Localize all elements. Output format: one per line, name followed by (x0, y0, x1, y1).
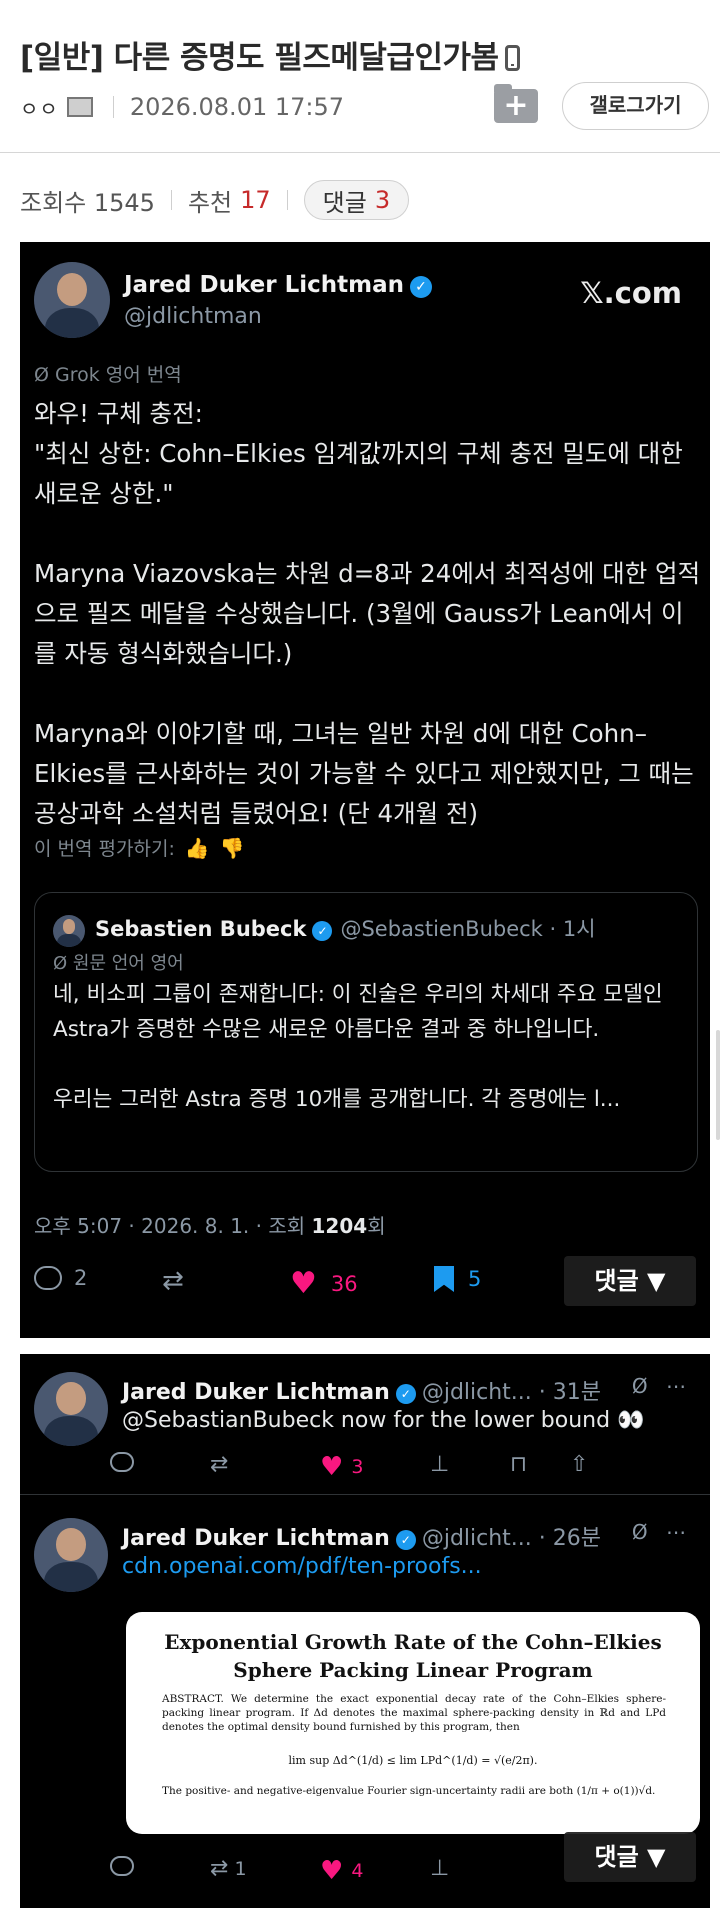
author-name[interactable]: ㅇㅇ (20, 93, 59, 122)
paper-preview-image[interactable]: Exponential Growth Rate of the Cohn–Elki… (126, 1612, 700, 1834)
avatar (53, 915, 85, 947)
tweet-text: 와우! 구체 충전: "최신 상한: Cohn–Elkies 임계값까지의 구체… (34, 399, 701, 828)
more-icon: ⋯ (666, 1520, 692, 1544)
share-button[interactable]: ⇧ (570, 1452, 588, 1477)
retweet-button[interactable]: ⇄ (210, 1452, 228, 1477)
retweet-button[interactable]: ⇄ 1 (210, 1856, 247, 1881)
reply-menu[interactable]: Ø ⋯ (632, 1520, 692, 1544)
grok-translation-note: Ø Grok 영어 번역 (34, 364, 182, 386)
retweet-icon: ⇄ (210, 1452, 229, 1477)
tweet-author-name[interactable]: Jared Duker Lichtman ✓ (124, 272, 432, 298)
paper-abstract-tail: The positive- and negative-eigenvalue Fo… (162, 1785, 656, 1797)
x-logo[interactable]: 𝕏.com (580, 276, 682, 310)
rate-translation: 이 번역 평가하기: 👍 👎 (34, 835, 245, 861)
reply-actions: ⇄ ♥ 3 ⊥ ⊓ ⇧ (110, 1452, 690, 1482)
bookmark-button[interactable]: ⊓ (510, 1452, 527, 1477)
views-button[interactable]: ⊥ (430, 1856, 449, 1881)
heart-icon: ♥ (320, 1856, 344, 1886)
like-button[interactable]: ♥ 3 (320, 1452, 363, 1482)
tweet-timestamp: 오후 5:07 · 2026. 8. 1. · 조회 1204회 (34, 1214, 386, 1238)
avatar[interactable] (34, 1518, 108, 1592)
reply-button[interactable]: 2 (34, 1266, 87, 1290)
like-button[interactable]: ♥ 4 (320, 1856, 363, 1886)
verified-icon: ✓ (312, 921, 333, 941)
tweet-embed: Jared Duker Lichtman ✓ @jdlichtman 𝕏.com … (20, 242, 710, 1338)
folder-add-icon[interactable]: + (494, 84, 538, 123)
quote-author: Sebastien Bubeck ✓ @SebastienBubeck · 1시 (95, 917, 596, 941)
divider (286, 190, 288, 210)
reply-text: @SebastianBubeck now for the lower bound… (122, 1408, 645, 1433)
post-stats: 조회수 1545 추천 17 댓글 3 (20, 180, 410, 220)
original-language-note: Ø 원문 언어 영어 (53, 953, 184, 974)
paper-formula: lim sup Δd^(1/d) ≤ lim LPd^(1/d) = √(e/2… (288, 1754, 538, 1767)
reply-button[interactable] (110, 1452, 134, 1472)
reply-button[interactable] (110, 1856, 134, 1876)
recommend-count: 17 (240, 186, 271, 214)
view-count: 조회수 1545 (20, 188, 155, 217)
analytics-icon: ⊥ (430, 1452, 450, 1477)
scrollbar[interactable] (716, 1030, 720, 1140)
post-meta: ㅇㅇ 2026.08.01 17:57 (20, 90, 344, 124)
header-divider (0, 152, 720, 153)
bookmark-button[interactable]: 5 (434, 1266, 481, 1292)
comment-jump-button[interactable]: 댓글 ▼ (564, 1256, 696, 1306)
reply-divider (20, 1494, 710, 1495)
quote-text: 네, 비소피 그룹이 존재합니다: 이 진술은 우리의 차세대 주요 모델인 A… (53, 982, 663, 1112)
comment-jump-button[interactable]: 댓글 ▼ (564, 1832, 696, 1882)
verified-icon: ✓ (395, 1384, 416, 1404)
fixed-user-icon (66, 97, 93, 117)
heart-icon: ♥ (320, 1452, 344, 1482)
retweet-icon: ⇄ (162, 1266, 184, 1296)
avatar[interactable] (34, 1372, 108, 1446)
comment-count-button[interactable]: 댓글 3 (303, 180, 410, 220)
bookmark-outline-icon: ⊓ (510, 1452, 528, 1477)
quoted-tweet[interactable]: Sebastien Bubeck ✓ @SebastienBubeck · 1시 Ø… (34, 892, 698, 1172)
mobile-icon (504, 45, 520, 71)
recommend-label: 추천 (187, 188, 233, 217)
more-icon: ⋯ (666, 1374, 692, 1398)
grok-icon: Ø (631, 1374, 654, 1398)
like-button[interactable]: ♥ 36 (290, 1266, 358, 1301)
thumbs-up-icon[interactable]: 👍 (185, 836, 210, 860)
retweet-icon: ⇄ (210, 1856, 229, 1881)
gallog-button[interactable]: 갤로그가기 (562, 82, 709, 130)
paper-abstract: ABSTRACT. We determine the exact exponen… (162, 1693, 666, 1733)
post-title: [일반] 다른 증명도 필즈메달급인가봄 (20, 32, 520, 77)
bookmark-icon (434, 1266, 454, 1292)
reply-icon (34, 1266, 62, 1290)
thumbs-down-icon[interactable]: 👎 (220, 836, 245, 860)
replies-embed: Jared Duker Lichtman ✓ @jdlicht... · 31분 Ø… (20, 1354, 710, 1908)
reply-author[interactable]: Jared Duker Lichtman ✓ @jdlicht... · 26분 (122, 1520, 601, 1552)
paper-title: Exponential Growth Rate of the Cohn–Elki… (164, 1630, 662, 1682)
heart-icon: ♥ (290, 1266, 317, 1301)
retweet-button[interactable]: ⇄ (162, 1266, 184, 1296)
analytics-icon: ⊥ (430, 1856, 450, 1881)
divider (112, 96, 114, 118)
reply-icon (110, 1856, 134, 1876)
share-icon: ⇧ (570, 1452, 589, 1477)
reply-author[interactable]: Jared Duker Lichtman ✓ @jdlicht... · 31분 (122, 1374, 601, 1406)
reply-link[interactable]: cdn.openai.com/pdf/ten-proofs... (122, 1554, 482, 1579)
post-datetime: 2026.08.01 17:57 (129, 93, 345, 121)
views-button[interactable]: ⊥ (430, 1452, 449, 1477)
verified-icon: ✓ (410, 276, 432, 298)
reply-menu[interactable]: Ø ⋯ (632, 1374, 692, 1398)
reply-icon (110, 1452, 134, 1472)
tweet-author-handle[interactable]: @jdlichtman (124, 304, 262, 329)
verified-icon: ✓ (395, 1530, 416, 1550)
grok-icon: Ø (631, 1520, 654, 1544)
divider (170, 190, 172, 210)
avatar[interactable] (34, 262, 110, 338)
